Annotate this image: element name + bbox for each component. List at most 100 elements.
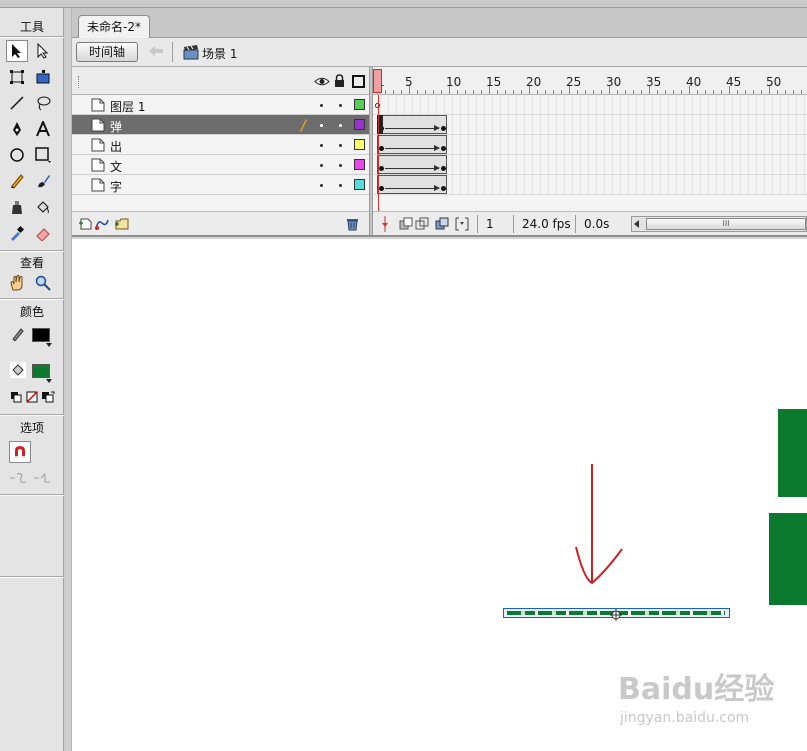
selection-tool-button[interactable] xyxy=(6,40,28,62)
visibility-dot[interactable] xyxy=(320,184,323,187)
frame-row[interactable] xyxy=(373,135,807,155)
visibility-dot[interactable] xyxy=(320,164,323,167)
gradient-transform-tool-button[interactable] xyxy=(32,66,54,88)
eyedropper-tool-button[interactable] xyxy=(6,222,28,244)
zoom-tool-button[interactable] xyxy=(32,272,54,294)
keyframe[interactable] xyxy=(379,186,384,191)
keyframe[interactable] xyxy=(441,126,446,131)
frame-number: 50 xyxy=(766,75,782,89)
fill-color-swatch[interactable] xyxy=(32,364,50,378)
lock-dot[interactable] xyxy=(339,144,342,147)
oval-tool-button[interactable] xyxy=(6,144,28,166)
line-tool-button[interactable] xyxy=(6,92,28,114)
insert-layer-icon[interactable] xyxy=(78,217,92,234)
outline-color-box[interactable] xyxy=(354,179,365,190)
outline-color-box[interactable] xyxy=(354,119,365,130)
scene-clapper-icon xyxy=(183,44,199,63)
outline-color-box[interactable] xyxy=(354,159,365,170)
lock-dot[interactable] xyxy=(339,184,342,187)
motion-tween-span[interactable] xyxy=(377,135,447,154)
onion-skin-outlines-icon[interactable] xyxy=(415,217,429,234)
text-tool-button[interactable] xyxy=(32,118,54,140)
divider xyxy=(172,42,173,62)
lasso-tool-button[interactable] xyxy=(32,92,54,114)
layer-row[interactable]: 字 xyxy=(72,175,369,195)
rectangle-tool-button[interactable] xyxy=(32,144,54,166)
keyframe[interactable] xyxy=(441,186,446,191)
keyframe[interactable] xyxy=(379,166,384,171)
subselection-tool-button[interactable] xyxy=(32,40,54,62)
panel-splitter[interactable] xyxy=(64,8,72,751)
back-arrow-icon[interactable] xyxy=(148,44,164,61)
ruler-tick xyxy=(385,90,386,94)
visibility-dot[interactable] xyxy=(320,144,323,147)
keyframe[interactable] xyxy=(379,146,384,151)
frame-row[interactable] xyxy=(373,115,807,135)
divider xyxy=(0,576,64,578)
add-motion-guide-icon[interactable] xyxy=(94,217,110,234)
frame-ruler[interactable]: 1 5 10 15 20 25 30 35 40 45 50 xyxy=(373,67,807,95)
no-color-button[interactable] xyxy=(24,389,40,405)
visibility-dot[interactable] xyxy=(320,124,323,127)
modify-onion-markers-icon[interactable] xyxy=(455,217,469,234)
stage-canvas[interactable]: Baidu经验 jingyan.baidu.com xyxy=(72,239,807,751)
straighten-button[interactable] xyxy=(32,467,54,489)
timeline-toggle-button[interactable]: 时间轴 xyxy=(76,42,138,62)
edit-multiple-frames-icon[interactable] xyxy=(435,217,449,234)
green-letter-shape[interactable] xyxy=(778,484,807,497)
pencil-tool-button[interactable] xyxy=(6,170,28,192)
panel-grip[interactable] xyxy=(78,76,80,88)
lock-dot[interactable] xyxy=(339,164,342,167)
default-colors-button[interactable] xyxy=(8,389,24,405)
frame-row[interactable] xyxy=(373,155,807,175)
frames-grid[interactable] xyxy=(373,95,807,195)
insert-folder-icon[interactable] xyxy=(114,217,130,234)
lock-dot[interactable] xyxy=(339,124,342,127)
visibility-dot[interactable] xyxy=(320,104,323,107)
timeline-status-bar: 1 24.0 fps 0.0s III xyxy=(373,211,807,235)
layer-row[interactable]: 图层 1 xyxy=(72,95,369,115)
swap-colors-button[interactable] xyxy=(40,389,56,405)
trash-icon[interactable] xyxy=(346,217,359,234)
keyframe[interactable] xyxy=(441,146,446,151)
pen-tool-button[interactable] xyxy=(6,118,28,140)
eraser-tool-button[interactable] xyxy=(32,222,54,244)
eye-icon[interactable] xyxy=(314,76,330,90)
magnifier-icon xyxy=(35,275,51,291)
document-tab[interactable]: 未命名-2* xyxy=(78,15,150,38)
scrollbar-thumb[interactable]: III xyxy=(646,218,806,230)
brush-tool-button[interactable] xyxy=(32,170,54,192)
free-transform-tool-button[interactable] xyxy=(6,66,28,88)
playhead-handle[interactable] xyxy=(373,69,382,93)
layer-row[interactable]: 出 xyxy=(72,135,369,155)
green-letter-shape[interactable] xyxy=(769,513,807,605)
transform-center-icon[interactable] xyxy=(610,609,622,621)
motion-tween-span[interactable] xyxy=(377,155,447,174)
motion-tween-span[interactable] xyxy=(377,175,447,194)
layer-row[interactable]: 弹 xyxy=(72,115,369,135)
motion-tween-span[interactable] xyxy=(377,115,447,134)
oval-icon xyxy=(10,148,24,162)
lock-dot[interactable] xyxy=(339,104,342,107)
scene-breadcrumb[interactable]: 场景 1 xyxy=(202,45,237,62)
ink-bottle-tool-button[interactable] xyxy=(6,196,28,218)
outline-square-icon[interactable] xyxy=(352,75,365,88)
outline-color-box[interactable] xyxy=(354,99,365,110)
lock-icon[interactable] xyxy=(334,74,345,91)
layer-row[interactable]: 文 xyxy=(72,155,369,175)
stroke-color-swatch[interactable] xyxy=(32,328,50,342)
free-transform-icon xyxy=(10,70,24,84)
keyframe[interactable] xyxy=(441,166,446,171)
hand-tool-button[interactable] xyxy=(6,272,28,294)
paint-bucket-tool-button[interactable] xyxy=(32,196,54,218)
frame-rate-field[interactable]: 24.0 fps xyxy=(513,215,575,233)
snap-to-objects-button[interactable] xyxy=(9,441,31,463)
center-frame-icon[interactable] xyxy=(380,216,390,235)
frame-row[interactable] xyxy=(373,95,807,115)
timeline-horizontal-scrollbar[interactable]: III xyxy=(631,216,807,232)
frame-row[interactable] xyxy=(373,175,807,195)
outline-color-box[interactable] xyxy=(354,139,365,150)
scroll-left-arrow-icon[interactable] xyxy=(634,220,639,228)
smooth-button[interactable] xyxy=(8,467,30,489)
onion-skin-icon[interactable] xyxy=(399,217,413,234)
